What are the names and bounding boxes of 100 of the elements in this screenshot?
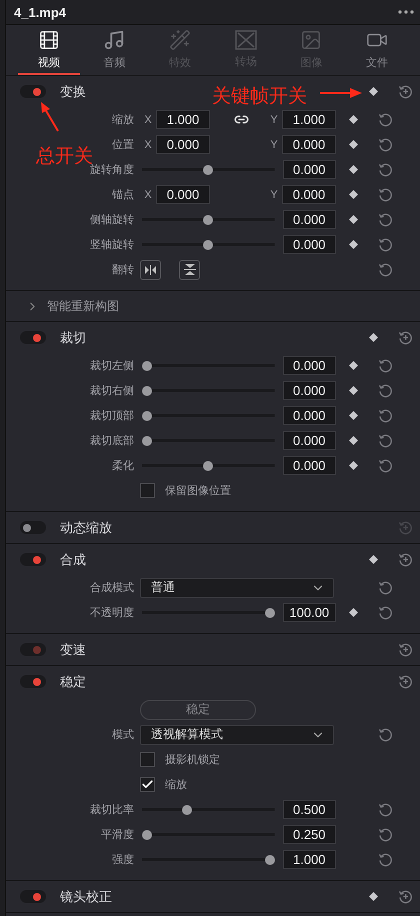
parameter-label: 柔化 (111, 458, 135, 473)
value-field[interactable]: 0.000 (282, 406, 336, 425)
reset-icon[interactable] (378, 212, 392, 227)
slider-thumb[interactable] (142, 386, 152, 396)
value-field[interactable]: 1.000 (282, 110, 336, 129)
value-field[interactable]: 0.250 (282, 825, 336, 844)
value-field[interactable]: 0.000 (282, 431, 336, 450)
parameter-label: 缩放 (111, 112, 135, 127)
flip-horizontal-button[interactable] (140, 260, 161, 280)
tab[interactable]: 文件 (346, 25, 408, 75)
reset-icon[interactable] (378, 112, 392, 127)
keyframe-diamond-icon[interactable] (348, 165, 358, 174)
section-toggle[interactable] (20, 85, 46, 98)
reset-icon[interactable] (378, 433, 392, 448)
value-field[interactable]: 0.000 (282, 185, 336, 204)
reset-icon[interactable] (378, 262, 392, 277)
keyframe-diamond-icon[interactable] (348, 190, 358, 199)
parameter-label: 裁切比率 (89, 802, 135, 817)
reset-icon[interactable] (378, 727, 392, 742)
reset-icon[interactable] (378, 358, 392, 373)
keyframe-diamond-icon[interactable] (348, 386, 358, 395)
stabilize-button[interactable]: 稳定 (140, 700, 256, 720)
slider-thumb[interactable] (142, 830, 152, 840)
section-toggle[interactable] (20, 890, 46, 903)
value-field[interactable]: 1.000 (156, 110, 210, 129)
flip-vertical-icon (184, 263, 196, 276)
reset-icon[interactable] (378, 408, 392, 423)
value-field[interactable]: 0.500 (282, 800, 336, 819)
reset-icon[interactable] (378, 802, 392, 817)
value-field[interactable]: 0.000 (282, 381, 336, 400)
reset-add-icon[interactable] (398, 84, 412, 99)
reset-icon[interactable] (378, 162, 392, 177)
slider-thumb[interactable] (264, 608, 275, 618)
reset-icon[interactable] (378, 605, 392, 620)
reset-icon[interactable] (378, 237, 392, 252)
keyframe-diamond-icon[interactable] (368, 892, 378, 901)
checkbox[interactable] (140, 777, 155, 792)
section-title: 镜头校正 (60, 888, 112, 906)
checkbox[interactable] (140, 752, 155, 767)
reset-add-icon[interactable] (398, 552, 412, 567)
keyframe-diamond-icon[interactable] (348, 361, 358, 370)
keyframe-diamond-icon[interactable] (348, 215, 358, 224)
checkbox[interactable] (140, 483, 155, 498)
value-field[interactable]: 0.000 (282, 235, 336, 254)
slider-thumb[interactable] (203, 214, 214, 224)
parameter-label: 裁切底部 (89, 433, 135, 448)
section-toggle[interactable] (20, 521, 46, 534)
parameter-label: 平滑度 (100, 827, 135, 842)
reset-icon[interactable] (378, 137, 392, 152)
keyframe-diamond-icon[interactable] (368, 333, 378, 342)
reset-icon[interactable] (378, 580, 392, 595)
keyframe-diamond-icon[interactable] (348, 411, 358, 420)
section-title: 变换 (60, 84, 86, 100)
slider-thumb[interactable] (264, 854, 275, 864)
section-toggle[interactable] (20, 553, 46, 566)
value-field[interactable]: 0.000 (282, 210, 336, 229)
reset-add-icon[interactable] (398, 330, 412, 345)
section-toggle[interactable] (20, 675, 46, 688)
keyframe-diamond-icon[interactable] (368, 87, 378, 96)
keyframe-diamond-icon[interactable] (348, 115, 358, 124)
value-field[interactable]: 0.000 (282, 135, 336, 154)
keyframe-diamond-icon[interactable] (348, 436, 358, 445)
reset-icon[interactable] (378, 458, 392, 473)
parameter-label: 裁切左侧 (89, 358, 135, 373)
value-field[interactable]: 0.000 (282, 160, 336, 179)
value-field[interactable]: 0.000 (282, 356, 336, 375)
keyframe-diamond-icon[interactable] (348, 608, 358, 617)
slider-thumb[interactable] (203, 460, 214, 470)
slider-thumb[interactable] (142, 436, 152, 446)
collapsed-section[interactable]: 智能重新构图 (6, 291, 420, 322)
value-field[interactable]: 0.000 (156, 135, 210, 154)
tab[interactable]: 音频 (83, 25, 146, 75)
reset-icon[interactable] (378, 827, 392, 842)
value-field[interactable]: 100.00 (282, 603, 336, 622)
section-toggle[interactable] (20, 331, 46, 344)
tab[interactable]: 视频 (18, 25, 80, 75)
dropdown[interactable]: 普通 (140, 578, 334, 598)
reset-icon[interactable] (378, 383, 392, 398)
film-icon (38, 28, 60, 50)
more-icon[interactable] (398, 10, 414, 14)
value-field[interactable]: 0.000 (156, 185, 210, 204)
slider-thumb[interactable] (142, 360, 152, 370)
reset-icon[interactable] (378, 852, 392, 867)
keyframe-diamond-icon[interactable] (368, 555, 378, 564)
reset-icon[interactable] (378, 187, 392, 202)
keyframe-diamond-icon[interactable] (348, 461, 358, 470)
reset-add-icon[interactable] (398, 889, 412, 904)
slider-thumb[interactable] (142, 410, 152, 420)
dropdown[interactable]: 透视解算模式 (140, 724, 334, 744)
slider-thumb[interactable] (203, 164, 214, 174)
image-icon (300, 28, 322, 50)
reset-add-icon[interactable] (398, 674, 412, 689)
slider-thumb[interactable] (203, 240, 214, 250)
value-field[interactable]: 0.000 (282, 456, 336, 475)
flip-vertical-button[interactable] (179, 260, 200, 280)
keyframe-diamond-icon[interactable] (348, 240, 358, 249)
value-field[interactable]: 1.000 (282, 850, 336, 869)
parameter-label: 不透明度 (89, 605, 135, 620)
keyframe-diamond-icon[interactable] (348, 140, 358, 149)
slider-thumb[interactable] (182, 804, 192, 814)
